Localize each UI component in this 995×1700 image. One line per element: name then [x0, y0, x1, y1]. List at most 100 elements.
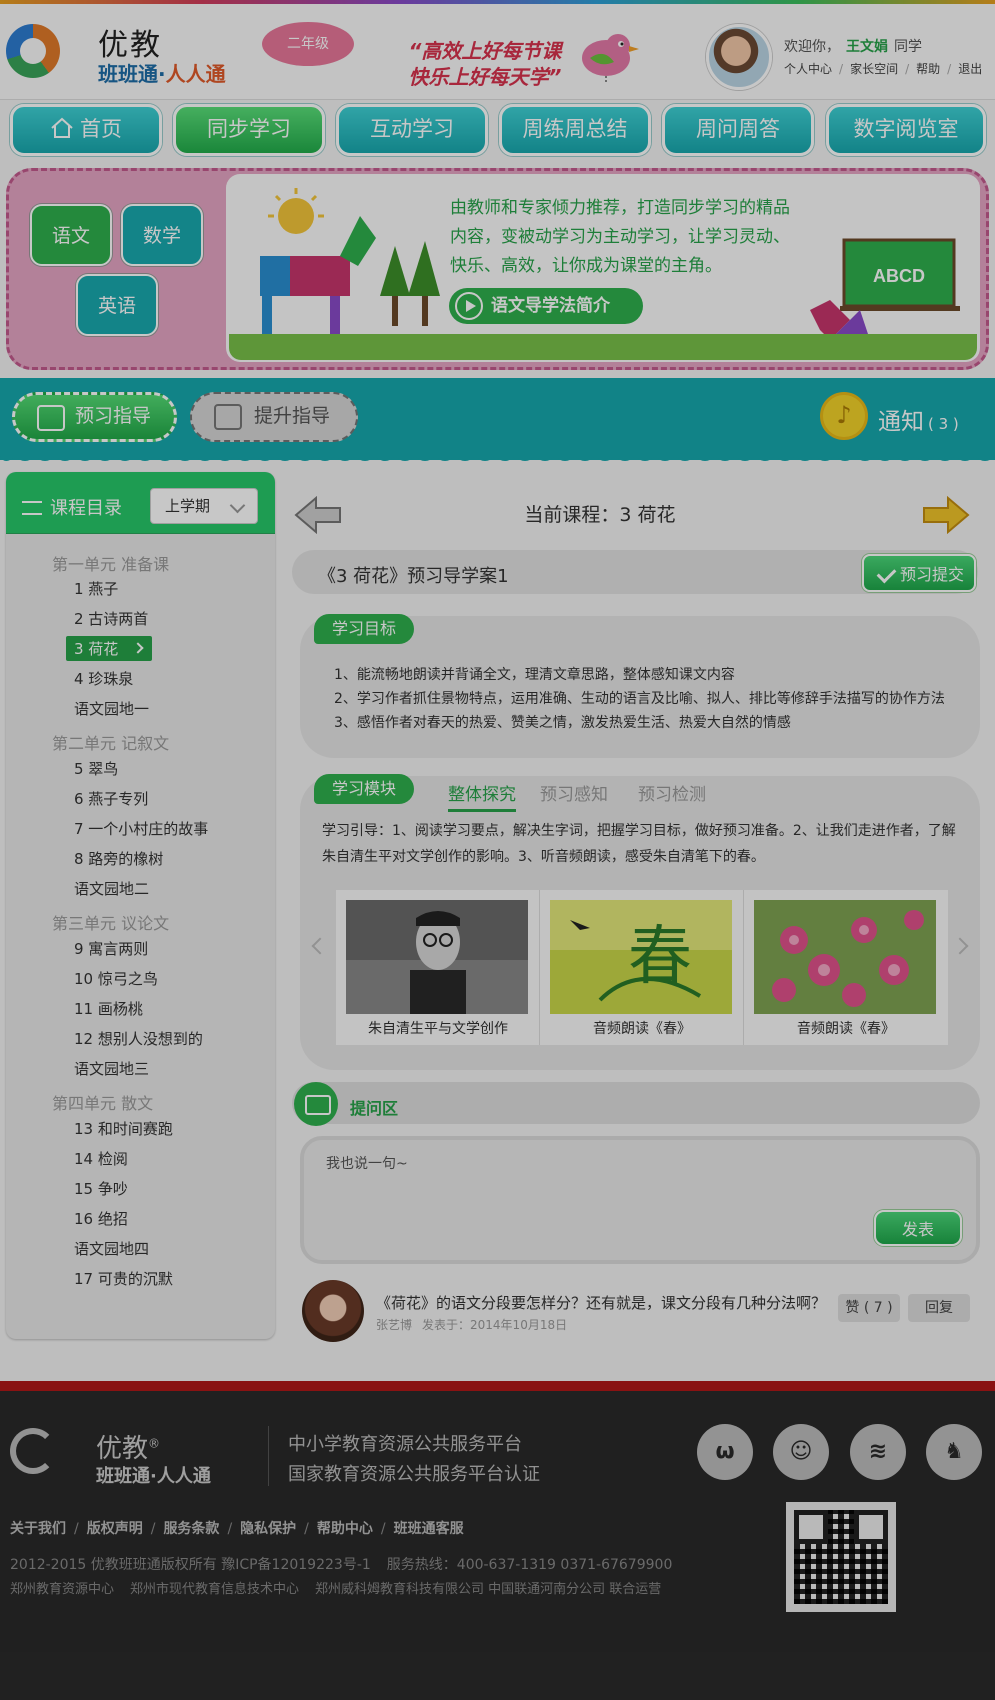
- lesson-item[interactable]: 13 和时间赛跑: [74, 1118, 173, 1139]
- rss-icon[interactable]: ≋: [850, 1424, 906, 1480]
- nav-home[interactable]: 首页: [10, 104, 162, 156]
- grass-strip: [229, 334, 977, 360]
- lesson-item[interactable]: 8 路旁的橡树: [74, 848, 163, 869]
- subject-math[interactable]: 数学: [121, 204, 203, 266]
- lesson-item[interactable]: 语文园地四: [74, 1238, 149, 1259]
- footer-logo-mark-icon: [10, 1428, 56, 1474]
- like-button[interactable]: 赞 ( 7 ): [838, 1294, 900, 1322]
- intro-button[interactable]: 语文导学法简介: [449, 288, 643, 324]
- upload-icon: [214, 404, 242, 430]
- media-caption: 音频朗读《春》: [593, 1021, 691, 1037]
- footer-divider: [268, 1426, 269, 1486]
- semester-select[interactable]: 上学期: [150, 488, 258, 524]
- lesson-item[interactable]: 语文园地三: [74, 1058, 149, 1079]
- goals-tag: 学习目标: [314, 614, 415, 644]
- link-help[interactable]: 帮助: [916, 62, 940, 76]
- lesson-item-active[interactable]: 3 荷花: [66, 636, 153, 661]
- link-copyright[interactable]: 版权声明: [87, 1521, 143, 1537]
- lesson-item[interactable]: 17 可贵的沉默: [74, 1268, 173, 1289]
- commenter-avatar[interactable]: [302, 1280, 364, 1342]
- goal-item: 1、能流畅地朗读并背诵全文，理清文章思路，整体感知课文内容: [334, 667, 735, 683]
- media-item[interactable]: 朱自清生平与文学创作: [336, 890, 540, 1045]
- lesson-item[interactable]: 语文园地二: [74, 878, 149, 899]
- footer-logo-subtitle: 班班通·人人通: [96, 1466, 211, 1487]
- prev-lesson-arrow-icon[interactable]: [294, 496, 344, 534]
- link-about[interactable]: 关于我们: [10, 1521, 66, 1537]
- spring-art-text: 春: [628, 920, 692, 994]
- reply-button[interactable]: 回复: [908, 1294, 970, 1322]
- lesson-item[interactable]: 10 惊弓之鸟: [74, 968, 158, 989]
- lesson-item[interactable]: 9 寓言两则: [74, 938, 148, 959]
- notice-link[interactable]: 通知( 3 ): [878, 402, 959, 436]
- lesson-item[interactable]: 5 翠鸟: [74, 758, 118, 779]
- wechat-icon[interactable]: ☺: [773, 1424, 829, 1480]
- lesson-item[interactable]: 14 检阅: [74, 1148, 128, 1169]
- peach-blossom-thumbnail: [754, 900, 936, 1014]
- qr-code: [786, 1502, 896, 1612]
- submit-preview-button[interactable]: 预习提交: [862, 554, 976, 592]
- preview-guide-button[interactable]: 预习指导: [12, 392, 177, 442]
- slogan-line-2: 快乐上好每天学”: [408, 65, 562, 89]
- course-sidebar: [6, 472, 275, 1339]
- lesson-item[interactable]: 语文园地一: [74, 698, 149, 719]
- current-course: 当前课程：3 荷花: [524, 504, 676, 526]
- nav-interactive-learning[interactable]: 互动学习: [336, 104, 488, 156]
- logo-mark-icon: [6, 24, 60, 78]
- goal-item: 2、学习作者抓住景物特点，运用准确、生动的语言及比喻、拟人、排比等修辞手法描写的…: [334, 691, 945, 707]
- link-terms[interactable]: 服务条款: [163, 1521, 219, 1537]
- unit-heading[interactable]: 第一单元 准备课: [52, 551, 169, 575]
- user-avatar[interactable]: [706, 24, 772, 90]
- link-help-center[interactable]: 帮助中心: [317, 1521, 373, 1537]
- footer-hotline: 服务热线：400-637-1319 0371-67679900: [386, 1557, 673, 1573]
- nav-weekly-qa[interactable]: 周问周答: [662, 104, 814, 156]
- lesson-item[interactable]: 11 画杨桃: [74, 998, 143, 1019]
- lesson-item[interactable]: 4 珍珠泉: [74, 668, 133, 689]
- lesson-item[interactable]: 2 古诗两首: [74, 608, 148, 629]
- lesson-item[interactable]: 6 燕子专列: [74, 788, 148, 809]
- footer-red-line: [0, 1381, 995, 1391]
- comment-author[interactable]: 张艺博: [376, 1318, 412, 1332]
- weibo-icon[interactable]: ω: [697, 1424, 753, 1480]
- qq-icon[interactable]: ♞: [926, 1424, 982, 1480]
- comment-text: 《荷花》的语文分段要怎样分？还有就是，课文分段有几种分法啊？: [376, 1294, 827, 1312]
- link-parent-space[interactable]: 家长空间: [850, 62, 898, 76]
- lesson-item[interactable]: 1 燕子: [74, 578, 118, 599]
- home-icon: [51, 117, 73, 138]
- site-logo[interactable]: 优教 班班通·人人通: [6, 20, 266, 90]
- chat-icon: [294, 1082, 338, 1126]
- unit-heading[interactable]: 第二单元 记叙文: [52, 730, 169, 754]
- play-icon: [455, 292, 483, 320]
- lesson-item[interactable]: 16 绝招: [74, 1208, 128, 1229]
- nav-weekly-practice[interactable]: 周练周总结: [499, 104, 651, 156]
- media-item[interactable]: 春 音频朗读《春》: [540, 890, 744, 1045]
- unit-heading[interactable]: 第四单元 散文: [52, 1090, 153, 1114]
- subject-chinese[interactable]: 语文: [30, 204, 112, 266]
- media-item[interactable]: 音频朗读《春》: [744, 890, 948, 1045]
- grade-badge: 二年级: [262, 22, 354, 66]
- lesson-title: 《3 荷花》预习导学案1: [318, 566, 509, 587]
- tab-preview-test[interactable]: 预习检测: [638, 780, 706, 805]
- improve-guide-button[interactable]: 提升指导: [190, 392, 358, 442]
- lesson-item[interactable]: 7 一个小村庄的故事: [74, 818, 208, 839]
- unit-heading[interactable]: 第三单元 议论文: [52, 910, 169, 934]
- lesson-item[interactable]: 12 想别人没想到的: [74, 1028, 203, 1049]
- tab-preview-perception[interactable]: 预习感知: [540, 780, 608, 805]
- nav-sync-learning[interactable]: 同步学习: [173, 104, 325, 156]
- link-personal-center[interactable]: 个人中心: [784, 62, 832, 76]
- banner-illustration: [260, 188, 440, 336]
- user-name-link[interactable]: 王文娟: [846, 39, 888, 55]
- subject-english[interactable]: 英语: [76, 274, 158, 336]
- portrait-thumbnail: [346, 900, 528, 1014]
- post-button[interactable]: 发表: [874, 1210, 962, 1246]
- tab-overall-explore[interactable]: 整体探究: [448, 780, 516, 812]
- nav-digital-reading[interactable]: 数字阅览室: [826, 104, 986, 156]
- header-links: 个人中心 / 家长空间 / 帮助 / 退出: [784, 62, 983, 76]
- goal-item: 3、感悟作者对春天的热爱、赞美之情，激发热爱生活、热爱大自然的情感: [334, 715, 791, 731]
- link-customer-service[interactable]: 班班通客服: [394, 1521, 464, 1537]
- lesson-item[interactable]: 15 争吵: [74, 1178, 128, 1199]
- next-lesson-arrow-icon[interactable]: [920, 496, 970, 534]
- bell-icon[interactable]: ♪: [820, 392, 868, 440]
- link-logout[interactable]: 退出: [958, 62, 982, 76]
- qa-label: 提问区: [350, 1099, 399, 1118]
- link-privacy[interactable]: 隐私保护: [240, 1521, 296, 1537]
